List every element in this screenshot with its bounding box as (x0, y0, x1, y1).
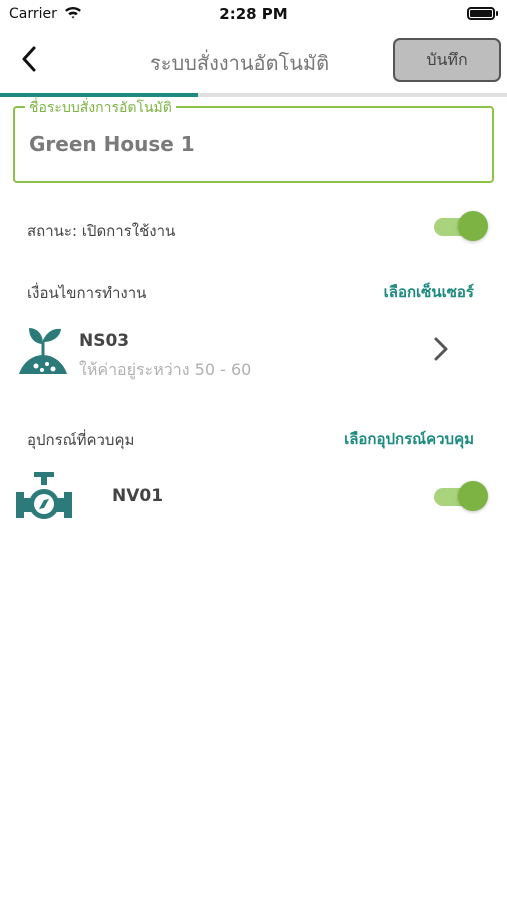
automation-name-field[interactable]: ชื่อระบบสั่งการอัตโนมัติ Green House 1 (13, 97, 494, 183)
save-button[interactable]: บันทึก (393, 38, 501, 82)
select-sensor-link[interactable]: เลือกเซ็นเซอร์ (384, 280, 474, 304)
sensor-name: NS03 (79, 331, 130, 351)
page-title: ระบบสั่งงานอัตโนมัติ (150, 51, 330, 75)
plant-soil-icon (19, 328, 67, 374)
sensor-range: ให้ค่าอยู่ระหว่าง 50 - 60 (79, 360, 252, 379)
condition-label: เงื่อนไขการทำงาน (27, 284, 147, 302)
battery-icon (467, 7, 498, 20)
clock: 2:28 PM (219, 5, 288, 23)
valve-icon (16, 472, 72, 519)
select-device-link[interactable]: เลือกอุปกรณ์ควบคุม (344, 427, 474, 451)
device-name: NV01 (112, 486, 164, 506)
chevron-left-icon (22, 46, 36, 72)
status-label: สถานะ: เปิดการใช้งาน (27, 222, 176, 240)
status-bar: Carrier 2:28 PM (0, 0, 507, 30)
back-button[interactable] (14, 44, 44, 74)
chevron-right-icon[interactable] (428, 336, 452, 362)
automation-name-input[interactable]: Green House 1 (29, 132, 195, 156)
devices-label: อุปกรณ์ที่ควบคุม (27, 431, 135, 449)
automation-name-label: ชื่อระบบสั่งการอัตโนมัติ (25, 97, 176, 119)
nav-bar: ระบบสั่งงานอัตโนมัติ บันทึก (0, 30, 507, 94)
status-toggle[interactable] (434, 211, 488, 241)
device-toggle[interactable] (434, 481, 488, 511)
